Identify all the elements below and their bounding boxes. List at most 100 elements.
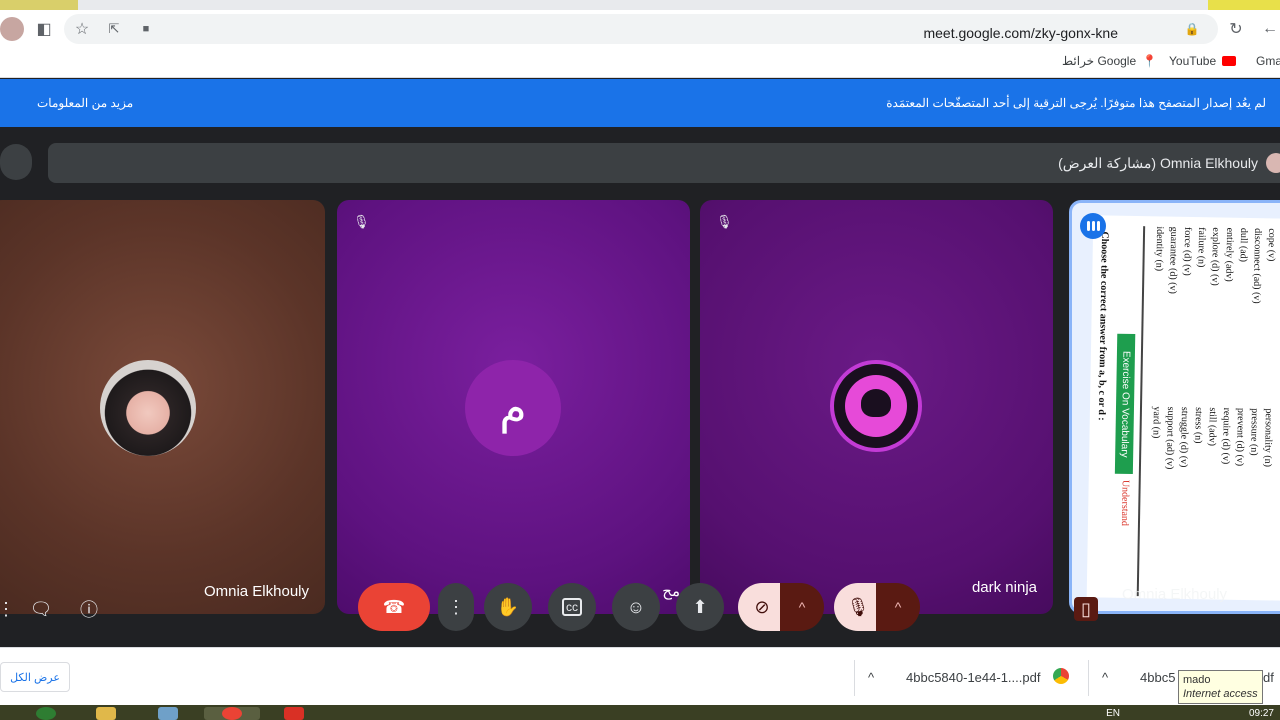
participant-tile-omnia[interactable]: Omnia Elkhouly [0,200,325,614]
participant-name: dark ninja [971,579,1037,596]
avatar [100,360,196,456]
info-icon[interactable]: ⓘ [77,597,101,621]
chevron-up-icon[interactable]: ^ [1102,670,1108,685]
menu-icon[interactable]: ⋮ [0,597,18,621]
mic-options-button[interactable]: ^ [876,583,920,631]
doc-word: prevent (d) (v) [1233,407,1247,467]
more-info-link[interactable]: مزيد من المعلومات [37,96,133,110]
presenter-avatar [1266,153,1280,173]
star-icon[interactable]: ☆ [70,17,94,41]
app-icon[interactable] [158,707,178,720]
participant-avatars-group[interactable] [0,144,32,180]
raise-hand-button[interactable]: ✋ [484,583,532,631]
doc-word: struggle (d) (v) [1177,406,1191,468]
share-icon[interactable]: ⇱ [102,17,126,41]
avatar: م [465,360,561,456]
tooltip-title: mado [1183,674,1211,686]
doc-word: disconnect (ad) (v) [1250,228,1264,304]
doc-word: failure (n) [1195,227,1208,268]
unsupported-browser-banner: لم يعُد إصدار المتصفح هذا متوفرًا. يُرجى… [0,79,1280,127]
doc-word: pressure (n) [1248,408,1261,456]
doc-word: stress (n) [1192,407,1205,444]
doc-word: support (ad) (v) [1163,406,1177,470]
captions-button[interactable]: cc [548,583,596,631]
tab-left[interactable] [0,0,78,10]
tab-strip [0,0,1280,10]
profile-avatar[interactable] [0,17,24,41]
participant-tile-m[interactable]: 🎙 م مح [337,200,690,614]
doc-word: personality (n) [1261,408,1275,468]
mic-toggle-button[interactable]: 🎙 [834,583,882,631]
bookmark-youtube[interactable]: YouTube [1169,54,1237,68]
tooltip-subtitle: Internet access [1183,688,1258,700]
hand-icon: ✋ [496,596,520,617]
cast-icon[interactable]: ■ [134,17,158,41]
mic-off-icon: 🎙 [846,596,870,617]
banner-message: لم يعُد إصدار المتصفح هذا متوفرًا. يُرجى… [886,96,1266,110]
divider [1088,660,1089,696]
activities-icon[interactable]: ▯ [1074,597,1098,621]
more-vertical-icon: ⋮ [447,596,465,617]
file-explorer-icon[interactable] [96,707,116,720]
doc-title: Choose the correct answer from a, b, c o… [1095,231,1111,421]
divider [854,660,855,696]
clock[interactable]: 09:27 [1249,708,1274,719]
app-icon[interactable] [284,707,304,720]
emoji-icon: ☺ [626,596,646,617]
taskbar: EN 09:27 [0,705,1280,720]
captions-icon: cc [562,598,582,616]
omnibox[interactable]: meet.google.com/zky-gonx-kne 🔒 ☆ ⇱ ■ [64,14,1218,44]
participant-name: Omnia Elkhouly [203,583,309,600]
tooltip: mado Internet access [1178,670,1263,704]
chrome-icon [222,707,242,720]
participant-tile-dark-ninja[interactable]: 🎙 dark ninja [700,200,1053,614]
doc-word: yard (n) [1150,406,1163,439]
shared-document: Choose the correct answer from a, b, c o… [1086,215,1280,601]
download-item[interactable]: 4bbc5 [1140,670,1175,685]
participant-name: Omnia Elkhouly [1122,586,1228,603]
chevron-up-icon: ^ [798,599,806,615]
speaking-indicator-icon [1080,213,1106,239]
bookmarks-bar: خرائط Google 📍 YouTube Gma [0,48,1280,78]
doc-word: cope (v) [1265,228,1278,262]
presenter-bar[interactable]: Omnia Elkhouly (مشاركة العرض) [48,143,1280,183]
download-item[interactable]: 4bbc5840-1e44-1....pdf [906,670,1040,685]
downloads-bar: عرض الكل ^ 4bbc5840-1e44-1....pdf ^ 4bbc… [0,647,1280,705]
lock-icon[interactable]: 🔒 [1180,17,1204,41]
start-icon[interactable] [36,707,56,720]
doc-exercise-label: Exercise On Vocabulary [1114,333,1136,475]
back-arrow-icon[interactable]: ← [1258,17,1280,41]
doc-badge: Understand [1118,479,1131,527]
skull-icon [845,375,907,437]
present-now-button[interactable]: ⬆ [676,583,724,631]
reactions-button[interactable]: ☺ [612,583,660,631]
language-indicator[interactable]: EN [1106,708,1120,719]
screen-share-tile[interactable]: Choose the correct answer from a, b, c o… [1069,200,1280,614]
more-options-button[interactable]: ⋮ [438,583,474,631]
doc-rule [1136,226,1146,597]
chevron-up-icon[interactable]: ^ [868,670,874,685]
doc-word: entirely (adv) [1223,227,1236,282]
doc-word: require (d) (v) [1220,407,1233,465]
bookmark-maps[interactable]: خرائط Google 📍 [1062,54,1157,68]
reload-icon[interactable]: ↻ [1224,17,1248,41]
tab-right[interactable] [1208,0,1280,10]
bookmark-gmail[interactable]: Gma [1256,54,1280,68]
doc-word: identity (n) [1153,226,1166,272]
youtube-icon [1222,56,1237,66]
doc-word: force (d) (v) [1181,226,1194,276]
camera-options-button[interactable]: ^ [780,583,824,631]
doc-word: still (adv) [1206,407,1219,447]
bookmark-label: خرائط Google [1062,54,1137,68]
url-text[interactable]: meet.google.com/zky-gonx-kne [923,25,1118,41]
doc-word: guarantee (d) (v) [1166,226,1180,294]
avatar [830,360,922,452]
end-call-button[interactable]: ☎ [358,583,430,631]
show-all-downloads-button[interactable]: عرض الكل [0,662,70,692]
chat-icon[interactable]: 🗨 [29,597,53,621]
sidebar-icon[interactable]: ◧ [32,17,56,41]
camera-toggle-button[interactable]: ⊘ [738,583,786,631]
doc-word: dull (ad) [1237,227,1250,263]
bookmark-label: YouTube [1169,54,1217,68]
download-item[interactable]: df [1263,670,1274,685]
